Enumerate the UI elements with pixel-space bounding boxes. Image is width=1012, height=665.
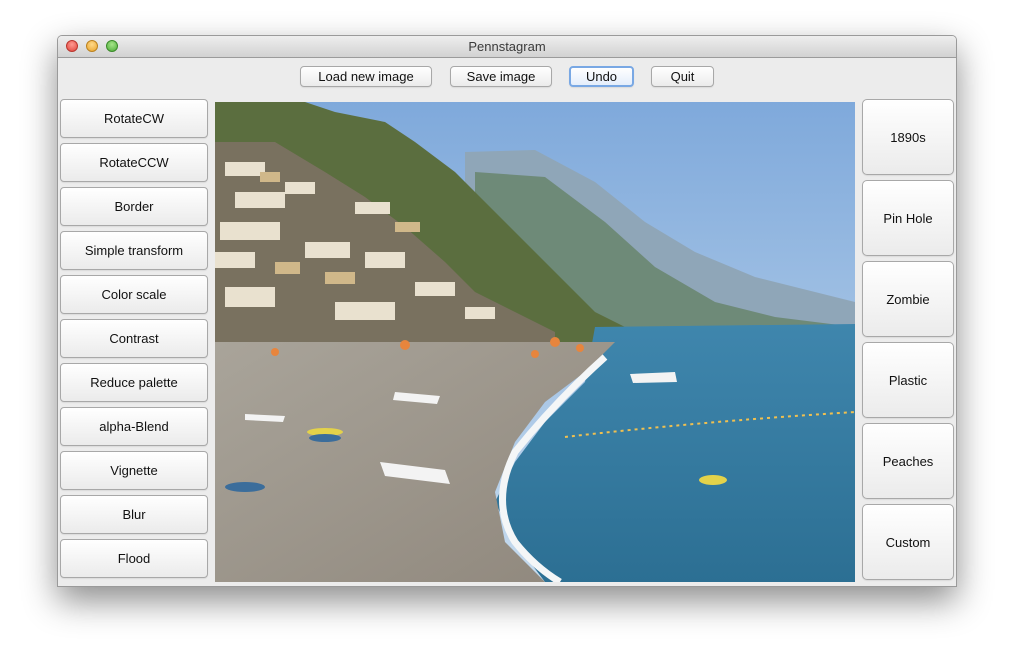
zoom-window-icon[interactable] xyxy=(106,40,118,52)
filter-plastic-button[interactable]: Plastic xyxy=(862,342,954,418)
blur-button[interactable]: Blur xyxy=(60,495,208,534)
save-image-button[interactable]: Save image xyxy=(450,66,552,87)
quit-button[interactable]: Quit xyxy=(651,66,714,87)
image-canvas[interactable] xyxy=(215,102,855,582)
filter-pin-hole-button[interactable]: Pin Hole xyxy=(862,180,954,256)
close-window-icon[interactable] xyxy=(66,40,78,52)
minimize-window-icon[interactable] xyxy=(86,40,98,52)
window-title: Pennstagram xyxy=(468,39,546,54)
beach-photo xyxy=(215,102,855,582)
reduce-palette-button[interactable]: Reduce palette xyxy=(60,363,208,402)
rotate-cw-button[interactable]: RotateCW xyxy=(60,99,208,138)
undo-button[interactable]: Undo xyxy=(569,66,634,87)
alpha-blend-button[interactable]: alpha-Blend xyxy=(60,407,208,446)
load-image-button[interactable]: Load new image xyxy=(300,66,432,87)
color-scale-button[interactable]: Color scale xyxy=(60,275,208,314)
filter-1890s-button[interactable]: 1890s xyxy=(862,99,954,175)
contrast-button[interactable]: Contrast xyxy=(60,319,208,358)
filter-peaches-button[interactable]: Peaches xyxy=(862,423,954,499)
border-button[interactable]: Border xyxy=(60,187,208,226)
title-bar[interactable]: Pennstagram xyxy=(58,36,956,58)
vignette-button[interactable]: Vignette xyxy=(60,451,208,490)
filter-zombie-button[interactable]: Zombie xyxy=(862,261,954,337)
flood-button[interactable]: Flood xyxy=(60,539,208,578)
filter-custom-button[interactable]: Custom xyxy=(862,504,954,580)
app-window: Pennstagram Load new image Save image Un… xyxy=(57,35,957,587)
simple-transform-button[interactable]: Simple transform xyxy=(60,231,208,270)
rotate-ccw-button[interactable]: RotateCCW xyxy=(60,143,208,182)
